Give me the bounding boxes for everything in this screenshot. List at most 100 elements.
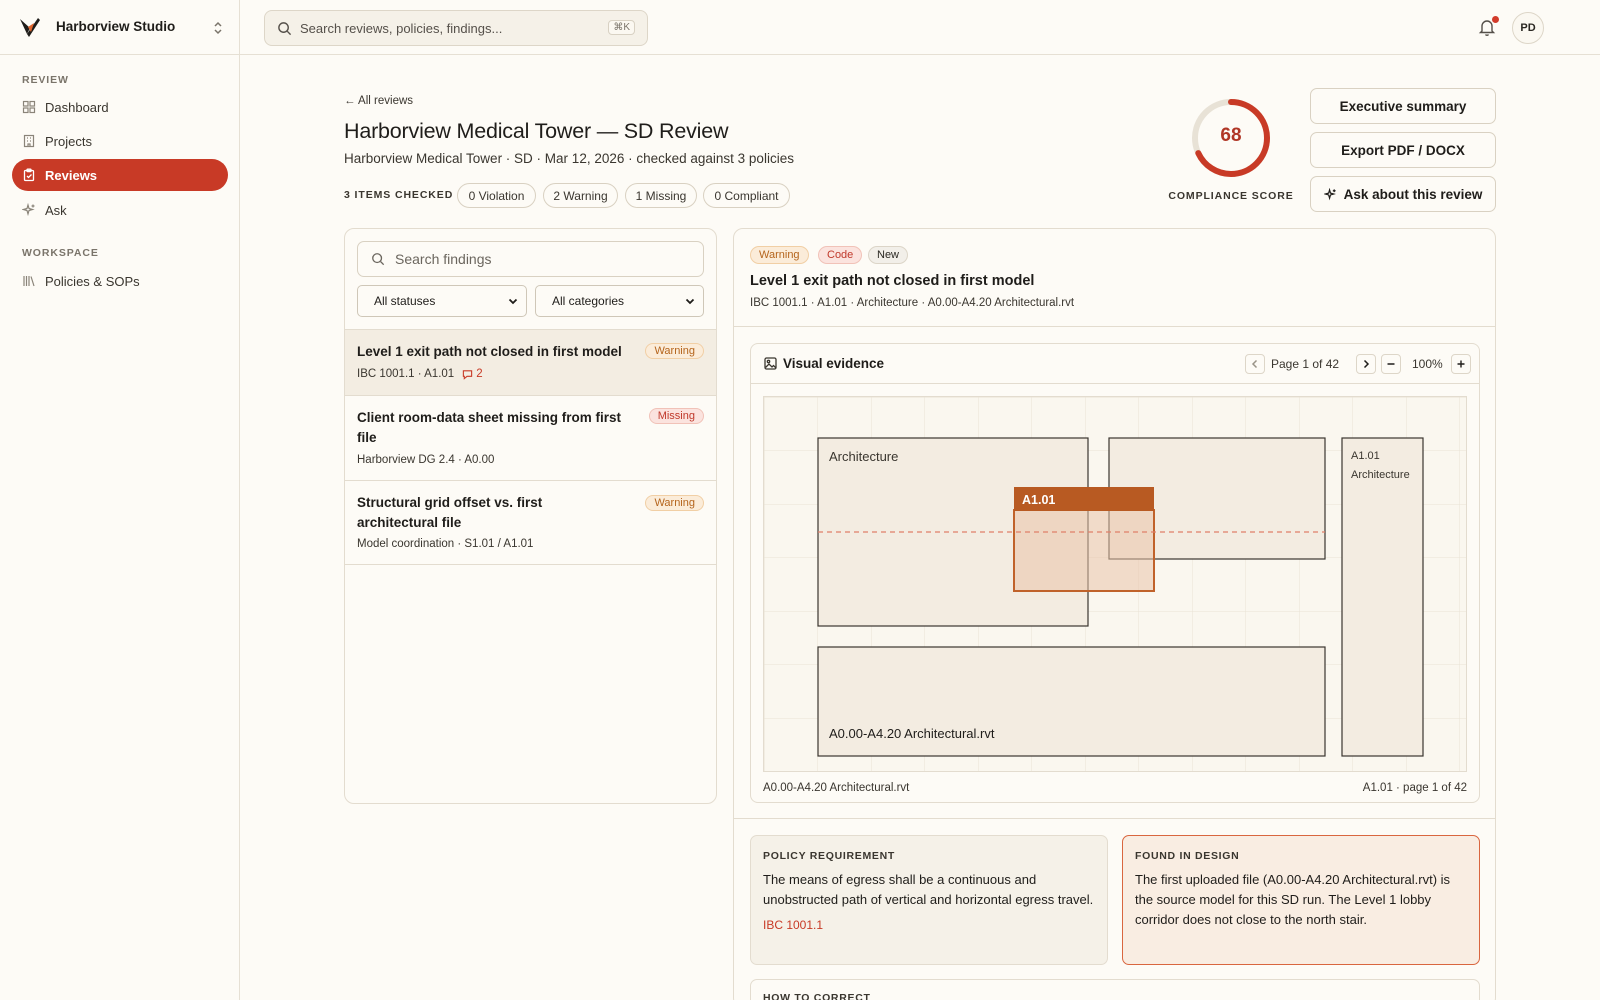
how-to-correct-card: HOW TO CORRECT: [750, 979, 1480, 1000]
avatar[interactable]: PD: [1512, 12, 1544, 44]
finding-item[interactable]: Structural grid offset vs. first archite…: [345, 480, 716, 565]
policy-requirement-text: The means of egress shall be a continuou…: [763, 872, 1094, 907]
page-subtitle: Harborview Medical Tower · SD · Mar 12, …: [344, 151, 794, 166]
ask-review-button[interactable]: Ask about this review: [1310, 176, 1496, 212]
highlight-label: A1.01: [1022, 493, 1055, 507]
prev-page-button[interactable]: [1245, 354, 1265, 374]
visual-evidence-header: Visual evidence Page 1 of 42 100%: [751, 344, 1479, 384]
nav-section-review: REVIEW: [22, 74, 69, 86]
pill-warning[interactable]: 2 Warning: [543, 183, 618, 208]
next-page-button[interactable]: [1356, 354, 1376, 374]
sidebar-item-dashboard[interactable]: Dashboard: [12, 91, 228, 123]
global-search[interactable]: Search reviews, policies, findings... ⌘K: [264, 10, 648, 46]
ask-review-label: Ask about this review: [1343, 186, 1483, 202]
highlight-region[interactable]: [1013, 509, 1155, 592]
back-link[interactable]: ← All reviews: [344, 95, 413, 107]
status-badge: Warning: [645, 343, 704, 359]
tag-status: Warning: [750, 246, 809, 264]
findings-panel: Search findings All statuses All categor…: [344, 228, 717, 804]
executive-summary-button[interactable]: Executive summary: [1310, 88, 1496, 124]
findings-search[interactable]: Search findings: [357, 241, 704, 277]
tag-new: New: [868, 246, 909, 264]
pill-violation[interactable]: 0 Violation: [457, 183, 536, 208]
zoom-in-button[interactable]: [1451, 354, 1471, 374]
comment-icon: [463, 369, 473, 380]
evidence-file-name: A0.00-A4.20 Architectural.rvt: [763, 782, 910, 794]
chevron-down-icon: [508, 298, 518, 305]
sidebar: Harborview Studio REVIEW Dashboard Proje…: [0, 0, 240, 1000]
items-checked-label: 3 ITEMS CHECKED: [344, 189, 454, 201]
finding-detail-title: Level 1 exit path not closed in first mo…: [750, 273, 1035, 289]
grid-icon: [22, 100, 36, 114]
sidebar-item-label: Dashboard: [45, 99, 109, 115]
architecture-label: Architecture: [829, 449, 898, 464]
search-input[interactable]: Search reviews, policies, findings...: [300, 21, 502, 36]
category-filter-select[interactable]: All categories: [535, 285, 704, 317]
sidebar-item-label: Policies & SOPs: [45, 273, 140, 289]
workspace-name: Harborview Studio: [56, 19, 176, 34]
category-filter-value: All categories: [552, 294, 625, 308]
page-title: Harborview Medical Tower — SD Review: [344, 119, 729, 143]
executive-summary-label: Executive summary: [1339, 98, 1467, 114]
compliance-score-value: 68: [1220, 125, 1242, 146]
side-sheet-label: A1.01: [1351, 450, 1380, 462]
drawing-viewer[interactable]: Architecture A1.01 A1.01 Architecture A0…: [763, 396, 1467, 772]
sidebar-item-label: Ask: [45, 202, 67, 218]
sidebar-item-policies[interactable]: Policies & SOPs: [12, 265, 228, 297]
findings-search-input[interactable]: Search findings: [395, 251, 492, 267]
finding-detail-panel: Warning Code New Level 1 exit path not c…: [733, 228, 1496, 1000]
compliance-score-label: COMPLIANCE SCORE: [1168, 190, 1294, 202]
sidebar-item-reviews[interactable]: Reviews: [12, 159, 228, 191]
nav-section-workspace: WORKSPACE: [22, 247, 99, 259]
pill-missing[interactable]: 1 Missing: [625, 183, 697, 208]
library-icon: [22, 274, 36, 288]
page-indicator: Page 1 of 42: [1271, 357, 1340, 371]
policy-requirement-card: POLICY REQUIREMENT The means of egress s…: [750, 835, 1108, 965]
logo-icon: [20, 18, 40, 37]
sidebar-item-label: Projects: [45, 133, 92, 149]
policy-requirement-label: POLICY REQUIREMENT: [763, 850, 896, 862]
zoom-out-button[interactable]: [1381, 354, 1401, 374]
comment-count-value: 2: [476, 368, 483, 380]
found-in-design-label: FOUND IN DESIGN: [1135, 850, 1240, 862]
chevron-updown-icon[interactable]: [212, 20, 224, 36]
clipboard-icon: [22, 168, 36, 182]
comment-count: 2: [462, 368, 483, 380]
sparkle-icon: [1323, 187, 1336, 200]
finding-item[interactable]: Level 1 exit path not closed in first mo…: [345, 329, 716, 395]
finding-item[interactable]: Client room-data sheet missing from firs…: [345, 395, 716, 480]
side-sheet-block: [1341, 437, 1424, 757]
evidence-page-ref: A1.01 · page 1 of 42: [1362, 782, 1467, 794]
workspace-switcher[interactable]: Harborview Studio: [0, 0, 240, 55]
found-in-design-text: The first uploaded file (A0.00-A4.20 Arc…: [1135, 872, 1451, 927]
sparkle-icon: [22, 203, 36, 217]
visual-evidence-title: Visual evidence: [783, 356, 885, 371]
image-icon: [764, 357, 777, 370]
file-label: A0.00-A4.20 Architectural.rvt: [829, 726, 995, 741]
building-icon: [22, 134, 36, 148]
finding-meta: IBC 1001.1 · A1.01 2: [357, 368, 483, 380]
status-badge: Missing: [648, 408, 704, 424]
how-to-correct-label: HOW TO CORRECT: [763, 992, 871, 1000]
visual-evidence-card: Visual evidence Page 1 of 42 100% Archit…: [750, 343, 1480, 803]
export-label: Export PDF / DOCX: [1341, 142, 1465, 158]
export-button[interactable]: Export PDF / DOCX: [1310, 132, 1496, 168]
divider: [734, 326, 1495, 327]
found-in-design-card: FOUND IN DESIGN The first uploaded file …: [1122, 835, 1480, 965]
policy-reference-link[interactable]: IBC 1001.1: [763, 918, 1095, 932]
status-filter-value: All statuses: [374, 294, 436, 308]
status-filter-select[interactable]: All statuses: [357, 285, 527, 317]
shortcut-hint: ⌘K: [608, 20, 635, 35]
sidebar-item-projects[interactable]: Projects: [12, 125, 228, 157]
chevron-right-icon: [1363, 359, 1370, 369]
pill-compliant[interactable]: 0 Compliant: [703, 183, 790, 208]
chevron-down-icon: [685, 298, 695, 305]
status-badge: Warning: [645, 495, 704, 511]
finding-meta: Harborview DG 2.4 · A0.00: [357, 454, 495, 466]
sidebar-item-label: Reviews: [45, 167, 98, 183]
chevron-left-icon: [1251, 359, 1258, 369]
finding-meta-text: IBC 1001.1 · A1.01: [357, 368, 455, 380]
minus-icon: [1387, 363, 1395, 365]
drawing-canvas: Architecture A1.01 A1.01 Architecture A0…: [764, 397, 1466, 771]
sidebar-item-ask[interactable]: Ask: [12, 194, 228, 226]
